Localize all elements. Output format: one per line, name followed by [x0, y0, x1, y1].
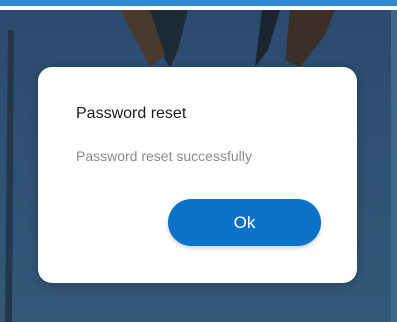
dialog-title: Password reset	[76, 105, 187, 122]
password-reset-dialog: Password reset Password reset successful…	[38, 67, 357, 283]
ok-button[interactable]: Ok	[168, 199, 321, 246]
top-bar	[0, 0, 397, 6]
dialog-message: Password reset successfully	[76, 148, 252, 164]
right-edge-strip	[391, 10, 397, 322]
